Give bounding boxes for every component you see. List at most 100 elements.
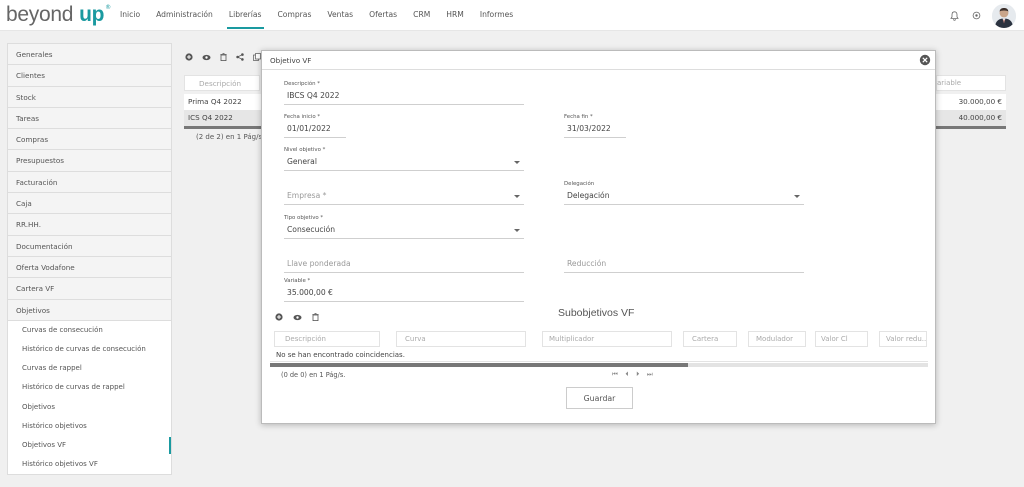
subobjetivos-pager: (0 de 0) en 1 Pág/s. (281, 371, 346, 379)
brand-logo[interactable]: beyond up ® (6, 4, 111, 26)
variable-label: Variable * (284, 278, 311, 284)
nivel-objetivo-field: Nivel objetivo * General (284, 146, 524, 171)
llave-ponderada-input[interactable]: Llave ponderada (284, 256, 524, 273)
nav-label: HRM (446, 10, 464, 19)
nav-item-crm[interactable]: CRM (405, 0, 438, 30)
user-avatar[interactable] (992, 3, 1016, 28)
main-nav: Inicio Administración Librerías Compras … (112, 0, 521, 30)
close-icon[interactable] (919, 54, 931, 66)
nivel-objetivo-label: Nivel objetivo * (284, 147, 326, 153)
empresa-select[interactable]: Empresa * (284, 188, 524, 205)
bell-icon[interactable] (948, 10, 960, 22)
sidebar-item-tareas[interactable]: Tareas (8, 107, 171, 130)
subobjetivos-horizontal-scrollbar[interactable] (270, 363, 928, 367)
reduccion-input[interactable]: Reducción (564, 256, 804, 273)
delete-icon[interactable] (218, 52, 228, 62)
nav-item-informes[interactable]: Informes (472, 0, 521, 30)
nivel-objetivo-select[interactable]: General (284, 154, 524, 171)
chevron-down-icon (794, 195, 800, 198)
delegacion-field: Delegación Delegación (564, 180, 804, 205)
fecha-fin-input[interactable]: 31/03/2022 (564, 121, 626, 138)
sidebar-subitem-curvas-rappel[interactable]: Curvas de rappel (8, 359, 171, 379)
nav-label: Administración (156, 10, 213, 19)
top-icons (948, 3, 1016, 28)
nav-label: Librerías (228, 10, 262, 19)
tipo-objetivo-label: Tipo objetivo * (284, 215, 324, 221)
view-icon[interactable] (292, 312, 302, 322)
sidebar-item-stock[interactable]: Stock (8, 86, 171, 108)
sidebar-item-generales[interactable]: Generales (8, 44, 171, 66)
nav-item-compras[interactable]: Compras (270, 0, 320, 30)
subobjetivos-filter-valor-cl[interactable]: Valor Cl (815, 331, 868, 347)
subobjetivos-filter-multiplicador[interactable]: Multiplicador (542, 331, 672, 347)
sidebar-item-compras[interactable]: Compras (8, 129, 171, 151)
dialog-header: Objetivo VF (262, 51, 935, 70)
descripcion-input[interactable]: IBCS Q4 2022 (284, 88, 524, 105)
nav-item-ofertas[interactable]: Ofertas (361, 0, 405, 30)
add-icon[interactable] (274, 312, 284, 322)
first-page-button[interactable]: ⏮ (612, 370, 618, 379)
subobjetivos-filter-modulador[interactable]: Modulador (748, 331, 806, 347)
view-icon[interactable] (201, 52, 211, 62)
prev-page-button[interactable]: ⏴ (625, 370, 628, 379)
delegacion-select[interactable]: Delegación (564, 188, 804, 205)
pager-buttons: ⏮ ⏴ ⏵ ⏭ (612, 370, 653, 379)
fecha-inicio-field: Fecha inicio * 01/01/2022 (284, 113, 346, 138)
tipo-objetivo-select[interactable]: Consecución (284, 222, 524, 239)
nav-label: Inicio (120, 10, 141, 19)
chevron-down-icon (514, 229, 520, 232)
sidebar-subitem-objetivos-vf[interactable]: Objetivos VF (8, 435, 171, 456)
nav-item-hrm[interactable]: HRM (438, 0, 472, 30)
subobjetivos-filter-cartera[interactable]: Cartera (683, 331, 737, 347)
list-filter-descripcion[interactable]: Descripción (184, 75, 260, 91)
fecha-inicio-label: Fecha inicio * (284, 114, 321, 120)
subobjetivos-toolbar (274, 312, 320, 322)
scrollbar-thumb[interactable] (270, 363, 688, 367)
sidebar-item-documentacion[interactable]: Documentación (8, 235, 171, 257)
sidebar-subitem-historico-objetivos[interactable]: Histórico objetivos (8, 416, 171, 436)
sidebar-subitem-historico-objetivos-vf[interactable]: Histórico objetivos VF (8, 455, 171, 475)
sidebar-item-objetivos[interactable]: Objetivos (8, 299, 171, 321)
sidebar-item-cartera-vf[interactable]: Cartera VF (8, 278, 171, 300)
variable-field: Variable * 35.000,00 € (284, 277, 524, 302)
tipo-objetivo-field: Tipo objetivo * Consecución (284, 214, 524, 239)
sidebar-item-clientes[interactable]: Clientes (8, 65, 171, 87)
empresa-field: Empresa * (284, 180, 524, 205)
list-filter-variable[interactable]: ariable (936, 75, 1006, 91)
subobjetivos-title: Subobjetivos VF (558, 307, 635, 319)
descripcion-label: Descripción * (284, 81, 320, 87)
nav-item-inicio[interactable]: Inicio (112, 0, 148, 30)
subobjetivos-filter-descripcion[interactable]: Descripción (274, 331, 380, 347)
variable-input[interactable]: 35.000,00 € (284, 285, 524, 302)
nav-label: Compras (277, 10, 312, 19)
nav-label: Ventas (327, 10, 354, 19)
subobjetivos-filter-valor-reduccion[interactable]: Valor redu... (879, 331, 927, 347)
next-page-button[interactable]: ⏵ (636, 370, 639, 379)
row-variable: 40.000,00 € (958, 113, 1002, 122)
subobjetivos-filter-curva[interactable]: Curva (396, 331, 526, 347)
sidebar-subitem-historico-curvas-rappel[interactable]: Histórico de curvas de rappel (8, 378, 171, 398)
nav-item-ventas[interactable]: Ventas (319, 0, 361, 30)
fecha-fin-field: Fecha fin * 31/03/2022 (564, 113, 626, 138)
sidebar-subitem-objetivos[interactable]: Objetivos (8, 397, 171, 417)
dialog-title: Objetivo VF (270, 56, 312, 65)
last-page-button[interactable]: ⏭ (647, 370, 653, 379)
share-icon[interactable] (235, 52, 245, 62)
nav-item-administracion[interactable]: Administración (148, 0, 221, 30)
sidebar-subitem-historico-curvas-consecucion[interactable]: Histórico de curvas de consecución (8, 340, 171, 360)
sidebar-item-presupuestos[interactable]: Presupuestos (8, 150, 171, 172)
nav-item-librerias[interactable]: Librerías (221, 0, 270, 30)
llave-ponderada-field: Llave ponderada (284, 248, 524, 273)
delete-icon[interactable] (310, 312, 320, 322)
sidebar-item-facturacion[interactable]: Facturación (8, 171, 171, 194)
gear-icon[interactable] (970, 10, 982, 22)
list-pager: (2 de 2) en 1 Pág/s. (196, 133, 265, 141)
fecha-inicio-input[interactable]: 01/01/2022 (284, 121, 346, 138)
sidebar-subitem-curvas-consecucion[interactable]: Curvas de consecución (8, 320, 171, 341)
save-button[interactable]: Guardar (566, 387, 633, 409)
sidebar-item-caja[interactable]: Caja (8, 193, 171, 215)
sidebar-item-oferta-vodafone[interactable]: Oferta Vodafone (8, 256, 171, 279)
sidebar-item-rrhh[interactable]: RR.HH. (8, 214, 171, 236)
add-icon[interactable] (184, 52, 194, 62)
brand-name-part2: up (79, 3, 105, 26)
